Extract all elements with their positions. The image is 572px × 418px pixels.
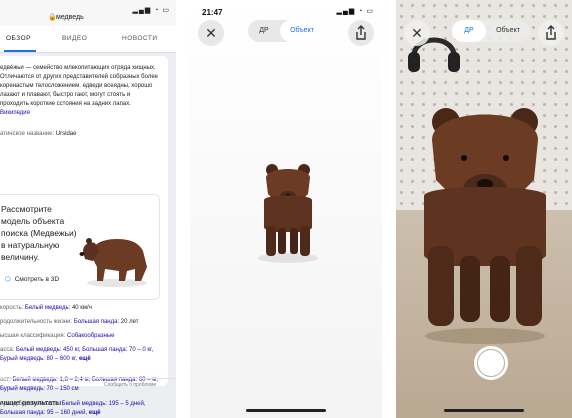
tab-overview[interactable]: ОБЗОР [6,35,31,42]
status-time: 21:47 [202,8,223,17]
more-results-heading: учшие результаты [0,398,62,407]
mode-ar-option[interactable]: ДР [248,20,280,42]
active-tab-indicator [4,50,36,52]
ar-camera-panel: ✕ ДР Объект [396,0,572,418]
ar-prompt-text: Рассмотрите модель объекта поиска (Медве… [1,204,77,262]
url-text: медведь [56,14,84,21]
status-icons: ▂▄▆ ◔ ▭ [336,8,374,15]
tab-news[interactable]: НОВОСТИ [122,35,158,42]
mode-object-option[interactable]: Объект [486,20,530,42]
mode-ar-option[interactable]: ДР [452,20,486,42]
classification-row: ысшая классификация: Собакообразные [0,333,115,339]
gestation-more-link[interactable]: ещё [89,410,101,416]
classification-link[interactable]: Собакообразные [67,333,114,339]
bear-thumbnail-image [79,238,147,287]
divider [0,378,176,379]
home-indicator [246,409,326,412]
share-icon [356,25,366,40]
view-in-3d-button[interactable]: ⬡ Смотреть в 3D [5,275,59,283]
browser-address-bar[interactable]: 🔒 медведь ▂▄▆ ◔ ▭ [0,0,176,26]
status-icons: ▂▄▆ ◔ ▭ [132,7,170,14]
report-problem-link[interactable]: Сообщить о проблеме [104,382,156,388]
lifespan-row: родолжительность жизни: Большая панда: 2… [0,319,139,325]
mode-object-option[interactable]: Объект [280,20,324,42]
cube-3d-icon: ⬡ [5,276,11,283]
object-view-panel: 21:47 ▂▄▆ ◔ ▭ ✕ ДР Объект [190,0,382,418]
mass-more-link[interactable]: ещё [79,356,91,362]
tab-video[interactable]: ВИДЕО [62,35,87,42]
share-button[interactable] [538,20,564,46]
shutter-icon [478,350,504,376]
lifespan-link[interactable]: Большая панда [74,319,118,325]
mass-row: асса: Белый медведь: 450 кг, Большая пан… [0,347,154,362]
bear-ar-model[interactable] [410,96,560,346]
close-icon: ✕ [205,25,217,41]
speed-row: корость: Белый медведь: 40 км/ч [0,305,92,311]
close-button[interactable]: ✕ [198,20,224,46]
ar-preview-box[interactable]: Рассмотрите модель объекта поиска (Медве… [0,194,160,300]
search-tabs: ОБЗОР ВИДЕО НОВОСТИ [0,26,176,53]
view-mode-toggle: ДР Объект [452,20,530,42]
speed-link[interactable]: Белый медведь [25,305,69,311]
bear-3d-model[interactable] [248,156,328,266]
close-button[interactable]: ✕ [404,20,430,46]
wikipedia-link[interactable]: Википедия [0,110,30,116]
description-text: едвéжьи — семейство млекопитающих отряда… [0,65,158,116]
latin-name-row: атинское название: Ursidae [0,131,77,137]
knowledge-card: едвéжьи — семейство млекопитающих отряда… [0,56,168,416]
home-indicator [444,409,524,412]
view-mode-toggle: ДР Объект [248,20,324,42]
share-button[interactable] [348,20,374,46]
close-icon: ✕ [411,25,423,41]
share-icon [546,25,556,40]
search-results-panel: 🔒 медведь ▂▄▆ ◔ ▭ ОБЗОР ВИДЕО НОВОСТИ ед… [0,0,176,418]
